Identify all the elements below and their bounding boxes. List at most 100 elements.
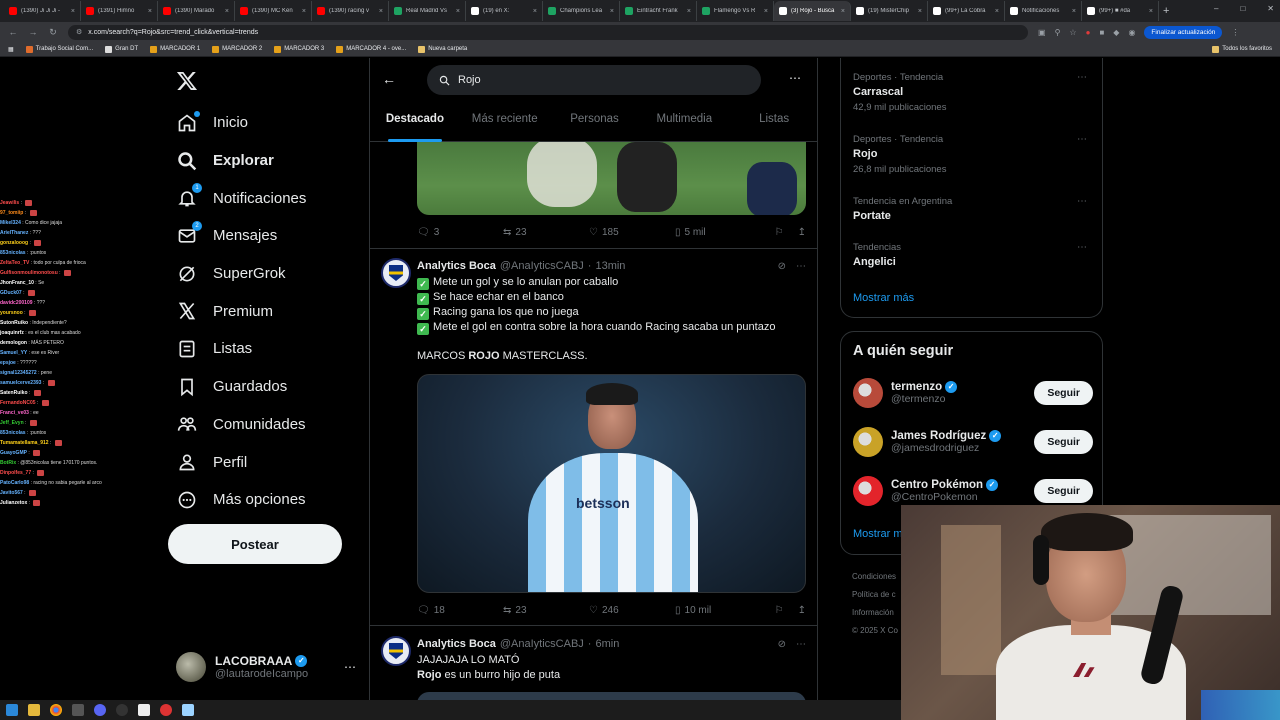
app-icon[interactable] [182,704,194,716]
views-button[interactable]: ▯ 10 mil [675,605,761,616]
repost-button[interactable]: ⇆ 23 [503,605,589,616]
follow-button[interactable]: Seguir [1034,430,1093,454]
nav-item-más-opciones[interactable]: Más opciones [168,481,358,519]
trend-more-icon[interactable]: ⋯ [1077,72,1087,83]
footer-link[interactable]: Condiciones [852,568,898,586]
follow-suggestion[interactable]: James Rodríguez ✓ @jamesdrodriguez Seguir [853,425,1093,459]
app-icon[interactable] [72,704,84,716]
more-icon[interactable]: ⋯ [344,660,356,674]
follow-button[interactable]: Seguir [1034,381,1093,405]
views-button[interactable]: ▯ 5 mil [675,227,761,238]
browser-tab[interactable]: (19) MisterChip × [851,1,928,21]
tab-close-icon[interactable]: × [610,8,614,15]
bookmark-icon[interactable]: ⚐ [775,605,784,616]
follow-suggestion[interactable]: Centro Pokémon ✓ @CentroPokemon Seguir [853,474,1093,508]
obs-icon[interactable] [116,704,128,716]
minimize-icon[interactable]: – [1214,4,1218,13]
windows-start-icon[interactable] [6,704,18,716]
tab-close-icon[interactable]: × [1149,8,1153,15]
tab-destacado[interactable]: Destacado [370,106,460,142]
discord-icon[interactable] [94,704,106,716]
browser-tab[interactable]: Champions Lea × [543,1,620,21]
browser-tab[interactable]: (99+) La Cobra × [928,1,1005,21]
browser-tab[interactable]: (1390) racing v × [312,1,389,21]
tweet-more-icon[interactable]: ⋯ [796,261,806,272]
nav-item-comunidades[interactable]: Comunidades [168,406,358,444]
reply-button[interactable]: 🗨 18 [417,605,503,616]
tab-close-icon[interactable]: × [148,8,152,15]
close-window-icon[interactable]: ✕ [1267,4,1274,13]
tab-close-icon[interactable]: × [841,8,845,15]
avatar[interactable] [381,636,411,666]
reload-icon[interactable]: ↻ [48,27,58,38]
browser-tab[interactable]: (1391) Himno × [81,1,158,21]
tab-close-icon[interactable]: × [687,8,691,15]
update-button[interactable]: Finalizar actualización [1144,25,1223,39]
new-tab-icon[interactable]: + [1163,5,1169,17]
tab-listas[interactable]: Listas [729,106,817,142]
share-icon[interactable]: ↥ [798,227,806,238]
trend-item[interactable]: Tendencia en Argentina Portate ⋯ [853,196,1093,222]
trend-more-icon[interactable]: ⋯ [1077,134,1087,145]
all-bookmarks-folder[interactable]: Todos los favoritos [1212,45,1272,53]
browser-tab[interactable]: Eintracht Frank × [620,1,697,21]
reply-button[interactable]: 🗨 3 [417,227,503,238]
puzzle-icon[interactable]: ◆ [1113,28,1119,37]
tweet-author-handle[interactable]: @AnaIyticsCABJ [500,638,584,650]
trend-item[interactable]: Tendencias Angelici ⋯ [853,242,1093,268]
repost-button[interactable]: ⇆ 23 [503,227,589,238]
star-icon[interactable]: ☆ [1069,28,1076,37]
like-button[interactable]: ♡ 246 [589,605,675,616]
menu-icon[interactable]: ⋮ [1231,28,1239,37]
footer-link[interactable]: Política de c [852,586,898,604]
tab-multimedia[interactable]: Multimedia [639,106,729,142]
tab-close-icon[interactable]: × [764,8,768,15]
browser-tab[interactable]: (3) Rojo - Busca × [774,1,851,21]
footer-link[interactable]: © 2025 X Co [852,622,898,640]
nav-item-listas[interactable]: Listas [168,330,358,368]
trend-item[interactable]: Deportes · Tendencia Carrascal 42,9 mil pu… [853,72,1093,113]
profile-icon[interactable]: ◉ [1128,28,1135,37]
tab-close-icon[interactable]: × [225,8,229,15]
browser-tab[interactable]: Real Madrid Vs × [389,1,466,21]
tab-close-icon[interactable]: × [71,8,75,15]
trend-item[interactable]: Deportes · Tendencia Rojo 26,8 mil publica… [853,134,1093,175]
tab-close-icon[interactable]: × [379,8,383,15]
nav-item-premium[interactable]: Premium [168,292,358,330]
address-bar[interactable]: ⚙ x.com/search?q=Rojo&src=trend_click&ve… [68,24,1028,40]
footer-link[interactable]: Información [852,604,898,622]
nav-item-notificaciones[interactable]: 1 Notificaciones [168,179,358,217]
tab-close-icon[interactable]: × [533,8,537,15]
zoom-icon[interactable]: ⚲ [1055,28,1061,37]
grok-icon[interactable]: ⊘ [778,639,786,650]
search-more-icon[interactable]: ⋯ [789,71,801,85]
bookmark-item[interactable]: Nueva carpeta [418,45,467,53]
trends-show-more-link[interactable]: Mostrar más [853,292,914,304]
browser-tab[interactable]: (1390) Marado × [158,1,235,21]
site-info-icon[interactable]: ⚙ [76,28,82,36]
apps-icon[interactable]: ▦ [8,46,14,53]
nav-item-supergrok[interactable]: SuperGrok [168,255,358,293]
nav-item-perfil[interactable]: Perfil [168,443,358,481]
back-icon[interactable]: ← [8,27,18,37]
search-input[interactable]: Rojo [427,65,761,95]
cast-icon[interactable]: ▣ [1038,28,1046,37]
tab-más-reciente[interactable]: Más reciente [460,106,550,142]
tweet-author-handle[interactable]: @AnaIyticsCABJ [500,260,584,272]
bookmark-item[interactable]: MARCADOR 3 [274,45,324,53]
share-icon[interactable]: ↥ [798,605,806,616]
back-arrow-icon[interactable]: ← [382,71,396,87]
nav-item-guardados[interactable]: Guardados [168,368,358,406]
x-logo-icon[interactable] [176,70,198,92]
tab-close-icon[interactable]: × [918,8,922,15]
nav-item-mensajes[interactable]: 2 Mensajes [168,217,358,255]
bookmark-item[interactable]: Gran DT [105,45,138,53]
grok-icon[interactable]: ⊘ [778,261,786,272]
browser-tab[interactable]: (99+) ■ #da × [1082,1,1159,21]
bookmark-item[interactable]: MARCADOR 2 [212,45,262,53]
tab-close-icon[interactable]: × [995,8,999,15]
tweet-media-image[interactable]: betsson [417,374,806,593]
extension-red-icon[interactable]: ● [1086,28,1091,37]
chrome-icon[interactable] [50,704,62,716]
follow-show-more-link[interactable]: Mostrar m [853,528,903,540]
